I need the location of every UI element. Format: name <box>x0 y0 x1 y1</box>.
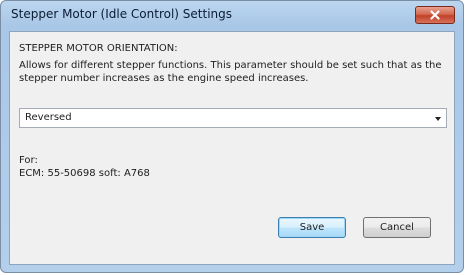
orientation-select-value: Reversed <box>25 112 72 123</box>
orientation-select[interactable]: Reversed <box>19 108 447 128</box>
save-button[interactable]: Save <box>278 217 346 238</box>
close-button[interactable] <box>415 6 455 24</box>
window-title: Stepper Motor (Idle Control) Settings <box>11 7 233 21</box>
dialog-content: STEPPER MOTOR ORIENTATION: Allows for di… <box>9 31 455 265</box>
settings-dialog: Stepper Motor (Idle Control) Settings ST… <box>0 0 464 273</box>
ecm-info: ECM: 55-50698 soft: A768 <box>19 168 150 179</box>
for-label: For: <box>19 155 38 166</box>
setting-description: Allows for different stepper functions. … <box>19 60 442 84</box>
cancel-button[interactable]: Cancel <box>363 217 431 238</box>
close-icon <box>430 10 440 20</box>
chevron-down-icon[interactable] <box>435 117 441 121</box>
title-bar[interactable]: Stepper Motor (Idle Control) Settings <box>1 1 463 29</box>
setting-heading: STEPPER MOTOR ORIENTATION: <box>19 43 178 54</box>
